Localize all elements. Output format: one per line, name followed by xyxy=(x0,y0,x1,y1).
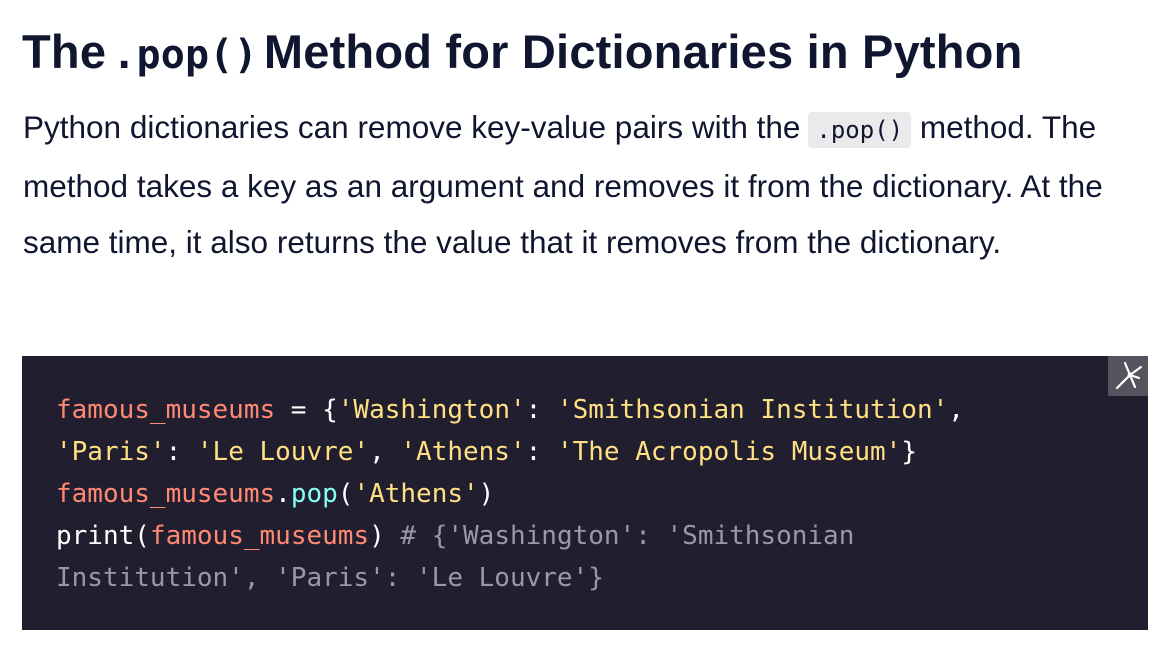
code-line: 'Paris': 'Le Louvre', 'Athens': 'The Acr… xyxy=(56,431,1114,473)
description-paragraph: Python dictionaries can remove key-value… xyxy=(23,99,1133,270)
expand-icon[interactable] xyxy=(1108,356,1148,396)
title-text-start: The xyxy=(22,25,107,78)
code-string: 'Athens' xyxy=(353,479,479,509)
code-punctuation: , xyxy=(369,437,401,467)
code-variable: famous_museums xyxy=(56,395,276,425)
code-punctuation: { xyxy=(322,395,338,425)
code-line: famous_museums.pop('Athens') xyxy=(56,473,1114,515)
code-block: famous_museums = {'Washington': 'Smithso… xyxy=(22,356,1148,630)
code-function: pop xyxy=(290,479,338,509)
code-string: 'Le Louvre' xyxy=(196,437,370,467)
code-punctuation: : xyxy=(165,437,197,467)
code-line: famous_museums = {'Washington': 'Smithso… xyxy=(56,389,1114,431)
title-inline-code: .pop() xyxy=(112,32,258,78)
code-punctuation: } xyxy=(901,437,917,467)
code-punctuation: ( xyxy=(134,521,150,551)
code-string: 'Washington' xyxy=(337,395,526,425)
code-string: 'Athens' xyxy=(400,437,526,467)
title-text-end: Method for Dictionaries in Python xyxy=(263,25,1023,78)
code-string: 'Paris' xyxy=(56,437,166,467)
code-punctuation: ) xyxy=(478,479,495,509)
code-listing: famous_museums = {'Washington': 'Smithso… xyxy=(56,389,1114,599)
code-comment: Institution', 'Paris': 'Le Louvre'} xyxy=(56,563,604,593)
code-comment: # {'Washington': 'Smithsonian xyxy=(400,521,855,551)
code-variable: famous_museums xyxy=(56,479,276,509)
code-punctuation: . xyxy=(275,479,291,509)
code-punctuation: ( xyxy=(337,479,354,509)
paragraph-text-start: Python dictionaries can remove key-value… xyxy=(23,109,801,145)
code-string: 'Smithsonian Institution' xyxy=(556,395,949,425)
code-string: 'The Acropolis Museum' xyxy=(556,437,902,467)
code-line: print(famous_museums) # {'Washington': '… xyxy=(56,515,1114,557)
code-function: print xyxy=(56,521,135,551)
code-punctuation: , xyxy=(948,395,964,425)
code-punctuation: ) xyxy=(369,521,401,551)
code-operator: = xyxy=(275,395,323,425)
page-title: The .pop() Method for Dictionaries in Pyth… xyxy=(22,22,1023,85)
code-punctuation: : xyxy=(525,395,557,425)
paragraph-inline-code: .pop() xyxy=(808,112,912,148)
code-variable: famous_museums xyxy=(149,521,370,551)
expand-icon-graphic xyxy=(1115,361,1143,390)
code-line: Institution', 'Paris': 'Le Louvre'} xyxy=(56,557,1114,599)
code-punctuation: : xyxy=(525,437,557,467)
